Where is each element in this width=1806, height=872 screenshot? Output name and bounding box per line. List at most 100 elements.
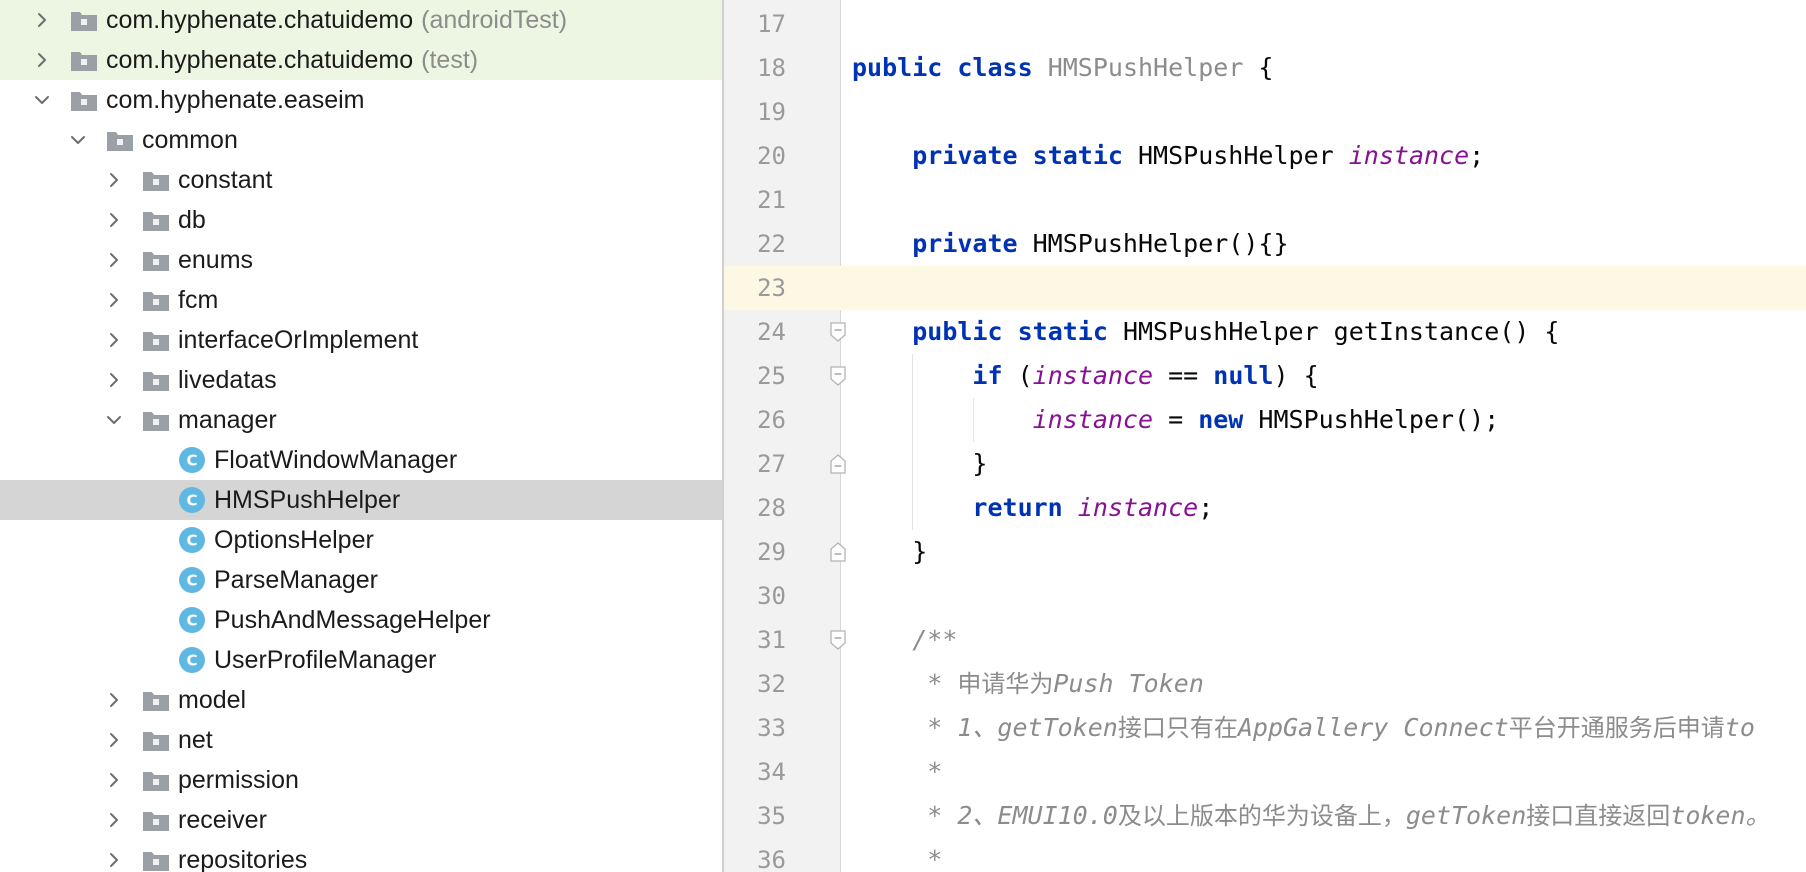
folder-icon	[142, 408, 170, 432]
chevron-right-icon[interactable]	[37, 52, 47, 68]
chevron-right-icon[interactable]	[109, 292, 119, 308]
code-line[interactable]: private HMSPushHelper(){}	[852, 222, 1289, 266]
tree-item-com-hyphenate-chatuidemo[interactable]: com.hyphenate.chatuidemo (test)	[0, 40, 722, 80]
code-line[interactable]: /**	[852, 618, 957, 662]
tree-item-floatwindowmanager[interactable]: C FloatWindowManager	[0, 440, 722, 480]
chevron-right-icon[interactable]	[109, 772, 119, 788]
code-line[interactable]: *	[852, 750, 942, 794]
tree-item-name: interfaceOrImplement	[178, 326, 419, 354]
chevron-right-icon[interactable]	[109, 812, 119, 828]
code-token: {	[1243, 53, 1274, 82]
keyword-token: new	[1198, 405, 1244, 434]
chevron-right-icon[interactable]	[109, 732, 119, 748]
code-line[interactable]: private static HMSPushHelper instance;	[852, 134, 1484, 178]
tree-item-name: repositories	[178, 846, 308, 872]
code-line[interactable]: * 申请华为Push Token	[852, 662, 1204, 706]
field-token: instance	[1032, 405, 1154, 434]
tree-item-name: com.hyphenate.chatuidemo	[106, 46, 414, 74]
folder-icon	[142, 248, 170, 272]
tree-item-label: db	[178, 200, 206, 240]
fold-close-icon[interactable]	[830, 542, 846, 562]
tree-item-com-hyphenate-chatuidemo[interactable]: com.hyphenate.chatuidemo (androidTest)	[0, 0, 722, 40]
project-tree: com.hyphenate.chatuidemo (androidTest) com…	[0, 0, 722, 872]
code-line[interactable]: * 1、getToken接口只有在AppGallery Connect平台开通服…	[852, 706, 1755, 750]
code-line[interactable]: }	[852, 442, 987, 486]
tree-item-receiver[interactable]: receiver	[0, 800, 722, 840]
fold-close-icon[interactable]	[830, 454, 846, 474]
code-line[interactable]: }	[852, 530, 927, 574]
svg-text:C: C	[186, 492, 197, 510]
tree-item-permission[interactable]: permission	[0, 760, 722, 800]
line-number: 29	[757, 538, 786, 566]
code-line[interactable]: instance = new HMSPushHelper();	[852, 398, 1500, 442]
keyword-token: private	[912, 141, 1018, 170]
tree-item-model[interactable]: model	[0, 680, 722, 720]
current-line-highlight	[724, 266, 1806, 310]
chevron-right-icon[interactable]	[109, 332, 119, 348]
line-number: 21	[757, 186, 786, 214]
tree-item-label: constant	[178, 160, 273, 200]
indent-guide	[912, 354, 913, 530]
tree-item-label: UserProfileManager	[214, 640, 436, 680]
code-token: HMSPushHelper	[1122, 141, 1349, 170]
chevron-right-icon[interactable]	[109, 252, 119, 268]
chevron-right-icon[interactable]	[109, 212, 119, 228]
comment-token: 接口直接返回	[1526, 802, 1671, 830]
tree-item-enums[interactable]: enums	[0, 240, 722, 280]
tree-item-fcm[interactable]: fcm	[0, 280, 722, 320]
code-line[interactable]: if (instance == null) {	[852, 354, 1318, 398]
tree-item-name: UserProfileManager	[214, 646, 437, 674]
tree-item-constant[interactable]: constant	[0, 160, 722, 200]
ide-window: com.hyphenate.chatuidemo (androidTest) com…	[0, 0, 1806, 872]
tree-item-name: receiver	[178, 806, 267, 834]
fold-open-icon[interactable]	[830, 366, 846, 386]
chevron-down-icon[interactable]	[34, 95, 50, 105]
tree-item-name: HMSPushHelper	[214, 486, 401, 514]
chevron-right-icon[interactable]	[109, 692, 119, 708]
tree-item-common[interactable]: common	[0, 120, 722, 160]
comment-token: *	[927, 757, 943, 786]
field-token: instance	[1032, 361, 1154, 390]
keyword-token: public	[912, 317, 1003, 346]
tree-item-repositories[interactable]: repositories	[0, 840, 722, 872]
tree-item-livedatas[interactable]: livedatas	[0, 360, 722, 400]
tree-item-parsemanager[interactable]: C ParseManager	[0, 560, 722, 600]
tree-item-db[interactable]: db	[0, 200, 722, 240]
tree-item-interfaceorimplement[interactable]: interfaceOrImplement	[0, 320, 722, 360]
tree-item-com-hyphenate-easeim[interactable]: com.hyphenate.easeim	[0, 80, 722, 120]
tree-item-userprofilemanager[interactable]: C UserProfileManager	[0, 640, 722, 680]
chevron-right-icon[interactable]	[109, 372, 119, 388]
line-number: 33	[757, 714, 786, 742]
tree-item-hmspushhelper[interactable]: C HMSPushHelper	[0, 480, 722, 520]
chevron-down-icon[interactable]	[106, 415, 122, 425]
keyword-token: return	[972, 493, 1063, 522]
tree-item-label: PushAndMessageHelper	[214, 600, 491, 640]
chevron-down-icon[interactable]	[70, 135, 86, 145]
chevron-right-icon[interactable]	[109, 852, 119, 868]
code-line[interactable]: return instance;	[852, 486, 1213, 530]
folder-icon	[142, 808, 170, 832]
line-number: 25	[757, 362, 786, 390]
fold-open-icon[interactable]	[830, 630, 846, 650]
fold-open-icon[interactable]	[830, 322, 846, 342]
package-icon	[70, 8, 98, 32]
tree-item-name: fcm	[178, 286, 219, 314]
code-line[interactable]: public class HMSPushHelper {	[852, 46, 1273, 90]
keyword-token: private	[912, 229, 1018, 258]
code-line[interactable]: * 2、EMUI10.0及以上版本的华为设备上，getToken接口直接返回to…	[852, 794, 1770, 838]
tree-item-manager[interactable]: manager	[0, 400, 722, 440]
folder-icon	[142, 208, 170, 232]
chevron-right-icon[interactable]	[109, 172, 119, 188]
tree-item-pushandmessagehelper[interactable]: C PushAndMessageHelper	[0, 600, 722, 640]
code-line[interactable]: public static HMSPushHelper getInstance(…	[852, 310, 1559, 354]
code-token: HMSPushHelper(){}	[1017, 229, 1289, 258]
tree-item-net[interactable]: net	[0, 720, 722, 760]
java-class-icon: C	[178, 446, 206, 474]
chevron-right-icon[interactable]	[37, 12, 47, 28]
svg-text:C: C	[186, 572, 197, 590]
code-line[interactable]: *	[852, 838, 942, 872]
tree-item-optionshelper[interactable]: C OptionsHelper	[0, 520, 722, 560]
field-token: instance	[1077, 493, 1199, 522]
